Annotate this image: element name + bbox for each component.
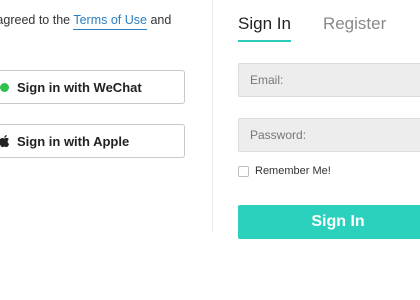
terms-of-use-link[interactable]: Terms of Use	[73, 13, 147, 30]
signin-form-panel: Sign In Register Remember Me! Sign In	[213, 0, 420, 300]
remember-me-label: Remember Me!	[255, 165, 331, 177]
terms-prefix: d agreed to the	[0, 13, 71, 27]
apple-signin-button[interactable]: Sign in with Apple	[0, 124, 185, 158]
social-login-panel: d agreed to the Terms of Use and Sign in…	[0, 0, 212, 300]
email-field[interactable]	[238, 63, 420, 97]
auth-tabs: Sign In Register	[238, 14, 386, 42]
remember-me-checkbox[interactable]	[238, 165, 249, 177]
remember-me[interactable]: Remember Me!	[238, 165, 331, 177]
terms-suffix: and	[150, 13, 172, 27]
wechat-signin-label: Sign in with WeChat	[17, 79, 142, 95]
terms-agreement-text: d agreed to the Terms of Use and	[0, 13, 172, 30]
apple-signin-label: Sign in with Apple	[17, 133, 130, 149]
tab-signin[interactable]: Sign In	[238, 14, 291, 42]
apple-icon	[0, 134, 11, 148]
wechat-icon	[0, 80, 11, 94]
tab-register[interactable]: Register	[323, 14, 386, 42]
password-field[interactable]	[238, 118, 420, 152]
wechat-signin-button[interactable]: Sign in with WeChat	[0, 70, 185, 104]
signin-button[interactable]: Sign In	[238, 205, 420, 239]
